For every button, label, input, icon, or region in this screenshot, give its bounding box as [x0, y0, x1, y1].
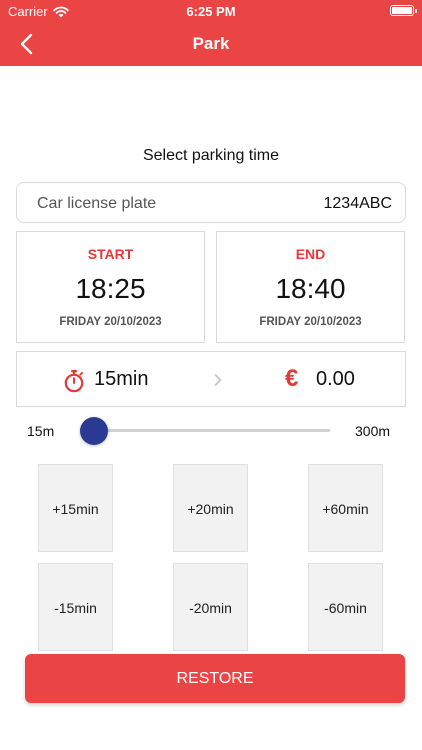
start-time: 18:25: [75, 273, 146, 304]
price-value: 0.00: [316, 368, 355, 390]
section-title: Select parking time: [142, 147, 280, 164]
end-date: FRIDAY 20/10/2023: [259, 316, 362, 328]
restore-button[interactable]: RESTORE: [25, 654, 405, 703]
add-15min-button[interactable]: +15min: [38, 464, 113, 552]
chevron-left-icon: [20, 33, 33, 55]
start-time-box: START 18:25 FRIDAY 20/10/2023: [16, 231, 205, 343]
license-plate-label: Car license plate: [37, 195, 157, 212]
summary-row: 15min € 0.00: [16, 351, 406, 407]
end-label: END: [295, 246, 326, 262]
start-label: START: [87, 246, 134, 262]
start-date: FRIDAY 20/10/2023: [59, 316, 162, 328]
euro-icon: €: [285, 365, 299, 392]
header: Carrier 6:25 PM Park: [0, 0, 422, 66]
stopwatch-icon: [64, 370, 84, 393]
chevron-right-icon: [214, 374, 222, 386]
duration-slider-thumb[interactable]: [80, 417, 108, 445]
subtract-20min-button[interactable]: -20min: [173, 563, 248, 651]
add-20min-button[interactable]: +20min: [173, 464, 248, 552]
add-60min-button[interactable]: +60min: [308, 464, 383, 552]
nav-bar: Park: [0, 22, 422, 66]
status-time: 6:25 PM: [186, 4, 236, 19]
slider-min-label: 15m: [27, 423, 55, 439]
battery-icon: [390, 5, 417, 16]
duration-value: 15min: [94, 368, 149, 390]
end-time: 18:40: [275, 273, 346, 304]
license-plate-value[interactable]: 1234ABC: [252, 195, 393, 213]
slider-max-label: 300m: [355, 423, 391, 439]
status-bar: Carrier 6:25 PM: [0, 0, 422, 22]
license-plate-row[interactable]: Car license plate 1234ABC: [16, 182, 406, 223]
end-time-box: END 18:40 FRIDAY 20/10/2023: [216, 231, 405, 343]
page-title: Park: [192, 34, 230, 53]
back-button[interactable]: [12, 30, 42, 58]
duration-slider-track[interactable]: [94, 429, 330, 432]
subtract-15min-button[interactable]: -15min: [38, 563, 113, 651]
subtract-60min-button[interactable]: -60min: [308, 563, 383, 651]
